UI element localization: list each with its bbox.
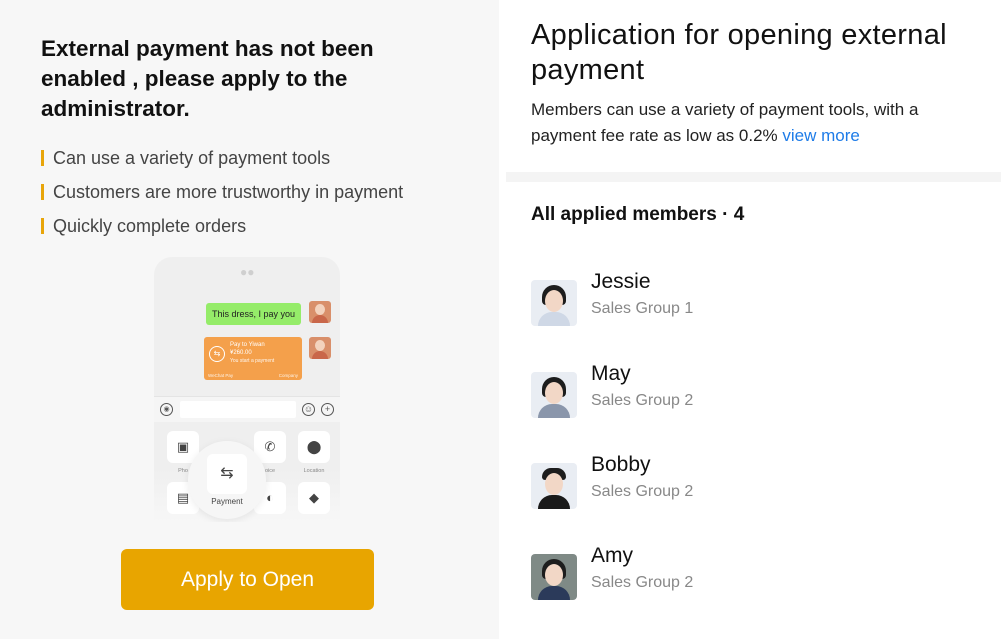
avatar [531,372,577,418]
member-group: Sales Group 2 [591,392,694,409]
pay-card-footer-right: Company [278,373,298,378]
avatar [531,280,577,326]
member-name: Amy [591,544,633,567]
member-group: Sales Group 2 [591,483,694,500]
member-item[interactable]: Jessie Sales Group 1 [531,270,931,326]
members-heading: All applied members · 4 [531,204,745,225]
emoji-icon: ☺ [302,403,315,416]
transfer-icon: ⇆ [209,346,225,362]
right-panel: Application for opening external payment… [499,0,1001,639]
payment-label: Payment [211,497,243,506]
chat-avatar [309,337,331,359]
avatar [531,554,577,600]
benefit-item: Customers are more trustworthy in paymen… [41,179,403,213]
tile-label: Location [303,468,325,474]
section-divider [506,172,1001,182]
member-item[interactable]: Bobby Sales Group 2 [531,453,931,509]
wechat-icon: ●● [240,265,255,279]
pay-card-footer-left: WeChat Pay [208,373,234,378]
benefit-item: Quickly complete orders [41,213,403,247]
chat-bubble: This dress, I pay you [206,303,301,325]
benefit-item: Can use a variety of payment tools [41,145,403,179]
pay-card-amount: ¥260.00 [230,350,252,356]
member-group: Sales Group 1 [591,300,694,317]
chat-input-row: ◉ ☺ + [154,396,340,422]
payment-card: ⇆ Pay to Yiwan ¥260.00 You start a payme… [204,337,302,380]
pay-card-title: Pay to Yiwan [230,342,265,348]
benefit-list: Can use a variety of payment tools Custo… [41,145,403,247]
cube-icon: ◆ [298,482,330,514]
plus-icon: + [321,403,334,416]
avatar [531,463,577,509]
page-description: Members can use a variety of payment too… [531,97,961,149]
pay-card-footer: WeChat Pay Company [208,373,298,378]
member-item[interactable]: May Sales Group 2 [531,362,931,418]
transfer-icon: ⇆ [207,454,247,494]
chat-avatar [309,301,331,323]
notice-title: External payment has not been enabled , … [41,36,374,121]
phone-mockup: ●● This dress, I pay you ⇆ Pay to Yiwan … [154,257,340,522]
location-icon: ⬤ [298,431,330,463]
apply-to-open-button[interactable]: Apply to Open [121,549,374,610]
payment-highlight: ⇆ Payment [188,441,266,519]
left-panel: External payment has not been enabled , … [0,0,499,639]
view-more-link[interactable]: view more [782,126,859,145]
member-name: Bobby [591,453,651,476]
member-item[interactable]: Amy Sales Group 2 [531,544,931,600]
member-name: May [591,362,631,385]
description-text: Members can use a variety of payment too… [531,100,919,145]
page-title: Application for opening external payment [531,19,947,86]
pay-card-subtitle: You start a payment [230,358,275,364]
voice-icon: ◉ [160,403,173,416]
member-name: Jessie [591,270,651,293]
member-group: Sales Group 2 [591,574,694,591]
chat-input [180,401,296,418]
